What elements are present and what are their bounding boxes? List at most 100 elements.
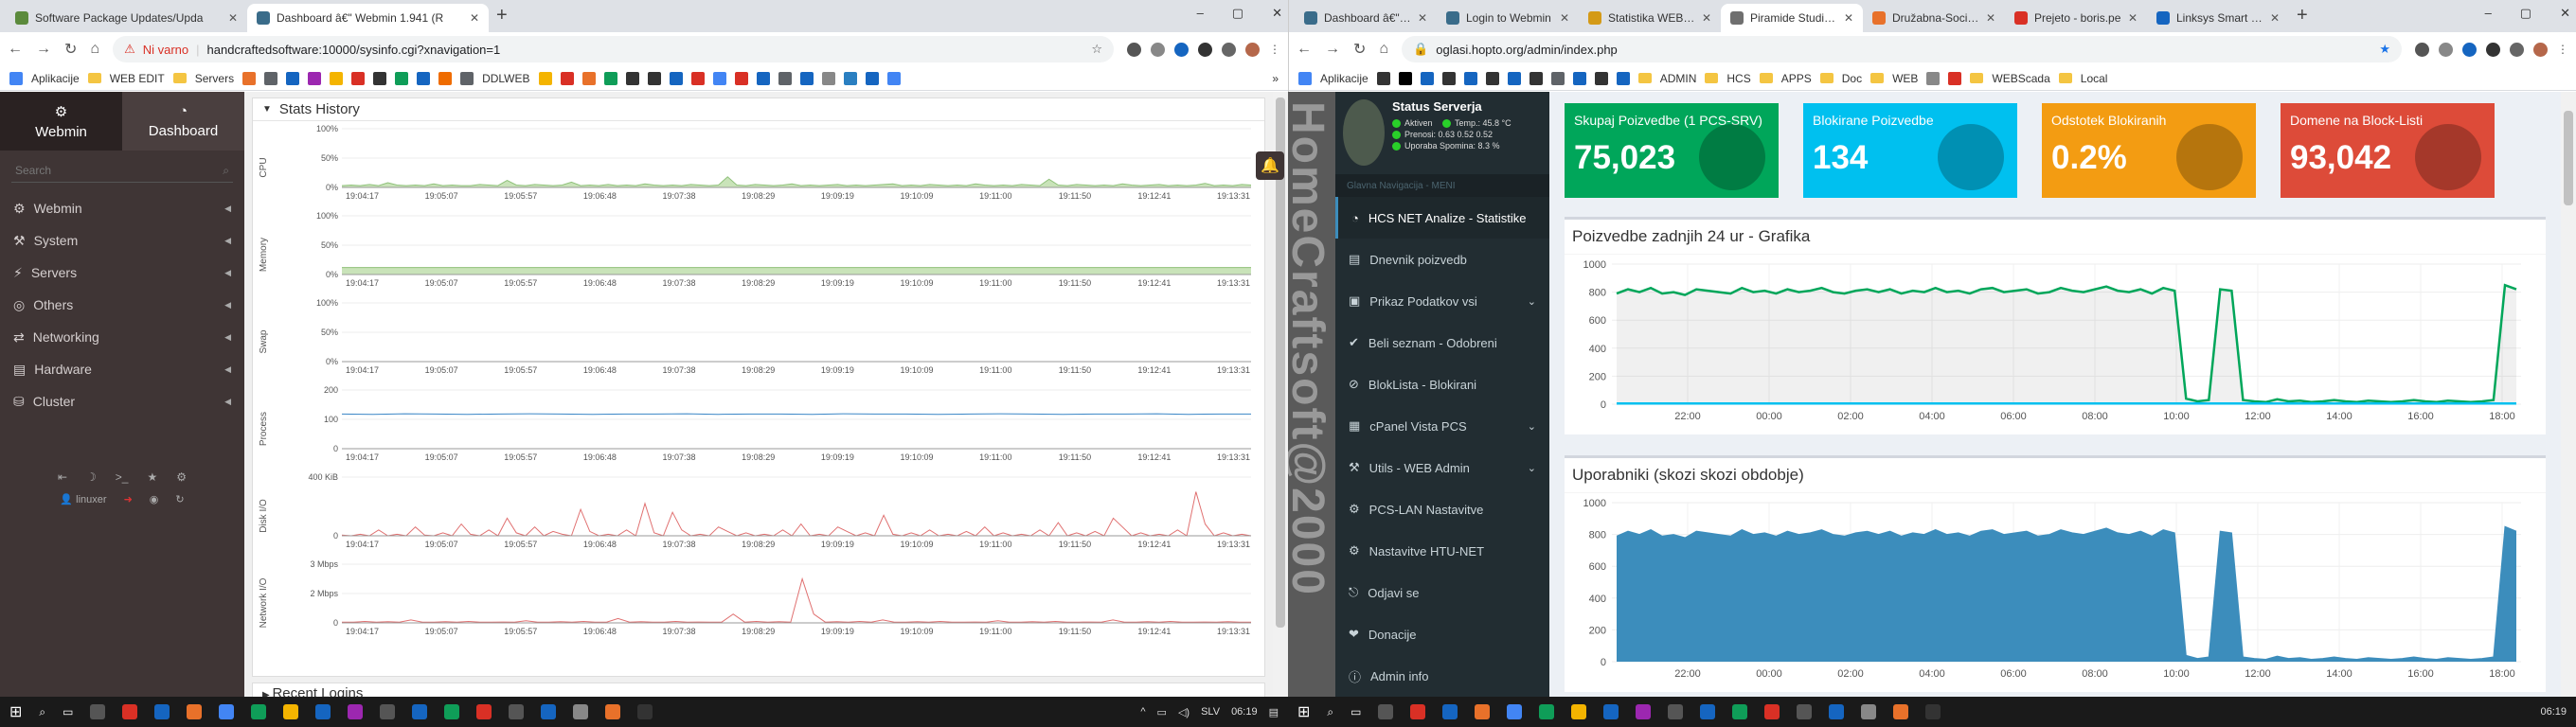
sidebar-item-webmin[interactable]: ⚙ Webmin ◀ (0, 192, 244, 224)
avatar[interactable] (2533, 42, 2548, 57)
bookmark-apps[interactable]: Aplikacije (1320, 72, 1368, 85)
menu-item-2[interactable]: ▣ Prikaz Podatkov vsi ⌄ (1335, 280, 1549, 322)
task-view-icon[interactable]: ▭ (1351, 705, 1361, 718)
bookmark-servers[interactable]: Servers (195, 72, 234, 85)
app-icon[interactable] (348, 704, 364, 719)
app-icon[interactable] (637, 704, 653, 719)
reload-icon[interactable]: ↻ (64, 40, 77, 59)
sidebar-item-networking[interactable]: ⇄ Networking ◀ (0, 321, 244, 353)
app-icon[interactable] (605, 704, 621, 719)
menu-item-4[interactable]: ⊘ BlokLista - Blokirani (1335, 364, 1549, 405)
url-field[interactable]: 🔒 oglasi.hopto.org/admin/index.php ★ (1402, 36, 2402, 62)
bookmark-icon[interactable] (242, 71, 257, 85)
app-icon[interactable] (1668, 704, 1684, 719)
bookmark-icon[interactable] (560, 71, 574, 85)
close-icon[interactable]: ✕ (2560, 6, 2570, 21)
bookmark-icon[interactable] (1948, 71, 1962, 85)
app-icon[interactable] (1925, 704, 1941, 719)
app-icon[interactable] (154, 704, 170, 719)
extension-icon[interactable] (1151, 42, 1165, 57)
bookmark-web[interactable]: WEB (1892, 72, 1918, 85)
folder-icon[interactable] (1571, 704, 1587, 719)
task-view-icon[interactable]: ▭ (63, 705, 73, 718)
bookmark-web-edit[interactable]: WEB EDIT (110, 72, 165, 85)
stat-box-1[interactable]: Blokirane Poizvedbe 134 (1803, 103, 2017, 198)
bookmark-icon[interactable] (756, 71, 770, 85)
tab-3[interactable]: Piramide Studio N ✕ (1721, 4, 1863, 32)
bookmark-icon[interactable] (1420, 71, 1434, 85)
bookmark-icon[interactable] (308, 71, 322, 85)
tab-6[interactable]: Linksys Smart Wi- ✕ (2147, 4, 2289, 32)
extension-icon[interactable] (2415, 42, 2429, 57)
tab-0[interactable]: Dashboard â€" We ✕ (1295, 4, 1437, 32)
user-name[interactable]: linuxer (76, 494, 106, 505)
search-icon[interactable]: ⌕ (1327, 705, 1333, 719)
tab-close-icon[interactable]: ✕ (470, 11, 479, 25)
tab-2[interactable]: Statistika WEB Ap ✕ (1579, 4, 1721, 32)
bookmark-icon[interactable] (264, 71, 278, 85)
bookmark-icon[interactable] (821, 71, 835, 85)
extension-icon[interactable] (2510, 42, 2524, 57)
extension-icon[interactable] (1198, 42, 1212, 57)
menu-item-11[interactable]: ⓘ Admin info (1335, 655, 1549, 697)
bookmark-icon[interactable] (1616, 71, 1630, 85)
menu-item-8[interactable]: ⚙ Nastavitve HTU-NET (1335, 530, 1549, 572)
new-tab-icon[interactable]: + (2289, 5, 2316, 32)
bookmark-icon[interactable] (351, 71, 366, 85)
moon-icon[interactable]: ☽ (86, 470, 97, 484)
menu-item-1[interactable]: ▤ Dnevnik poizvedb (1335, 239, 1549, 280)
bookmark-icon[interactable] (1507, 71, 1521, 85)
bookmark-icon[interactable] (778, 71, 792, 85)
bookmark-icon[interactable] (1485, 71, 1499, 85)
tab-4[interactable]: Družabna-Socialn ✕ (1863, 4, 2005, 32)
maximize-icon[interactable]: ▢ (1232, 6, 1243, 21)
extension-icon[interactable] (2439, 42, 2453, 57)
app-icon[interactable] (509, 704, 525, 719)
tab-close-icon[interactable]: ✕ (1418, 11, 1427, 25)
app-icon[interactable] (573, 704, 589, 719)
sidebar-item-hardware[interactable]: ▤ Hardware ◀ (0, 353, 244, 385)
bookmark-icon[interactable] (625, 71, 639, 85)
bookmark-icon[interactable] (1441, 71, 1456, 85)
bookmark-icon[interactable] (690, 71, 705, 85)
app-icon[interactable] (1893, 704, 1909, 719)
stat-box-2[interactable]: Odstotek Blokiranih 0.2% (2042, 103, 2256, 198)
app-icon[interactable] (90, 704, 106, 719)
tab-1[interactable]: Dashboard â€" Webmin 1.941 (R ✕ (247, 4, 489, 32)
tab-close-icon[interactable]: ✕ (2270, 11, 2280, 25)
stat-box-0[interactable]: Skupaj Poizvedbe (1 PCS-SRV) 75,023 (1565, 103, 1779, 198)
new-tab-icon[interactable]: + (489, 5, 515, 32)
menu-item-6[interactable]: ⚒ Utils - WEB Admin ⌄ (1335, 447, 1549, 488)
excel-icon[interactable] (1732, 704, 1748, 719)
minimize-icon[interactable]: – (2485, 6, 2492, 21)
app-icon[interactable] (1442, 704, 1458, 719)
bookmark-icon[interactable] (395, 71, 409, 85)
network-icon[interactable]: ▭ (1157, 706, 1167, 718)
scrollbar[interactable] (2561, 92, 2576, 697)
windows-start-icon[interactable]: ⊞ (9, 702, 22, 721)
bookmark-icon[interactable] (1376, 71, 1390, 85)
tab-close-icon[interactable]: ✕ (1560, 11, 1569, 25)
tab-close-icon[interactable]: ✕ (1986, 11, 1995, 25)
bookmark-doc[interactable]: Doc (1842, 72, 1862, 85)
dashboard-tab[interactable]: ◔ Dashboard (122, 92, 244, 151)
back-icon[interactable]: ← (8, 41, 23, 58)
app-icon[interactable] (315, 704, 331, 719)
more-bookmarks-icon[interactable]: » (1272, 72, 1279, 85)
tab-1[interactable]: Login to Webmin ✕ (1437, 4, 1579, 32)
sidebar-item-cluster[interactable]: ⛁ Cluster ◀ (0, 385, 244, 417)
chrome-icon[interactable] (219, 704, 235, 719)
menu-icon[interactable]: ⋮ (2557, 43, 2568, 56)
bookmark-hcs[interactable]: HCS (1726, 72, 1750, 85)
word-icon[interactable] (1700, 704, 1716, 719)
home-icon[interactable]: ⌂ (1379, 41, 1388, 58)
app-icon[interactable] (541, 704, 557, 719)
sidebar-item-system[interactable]: ⚒ System ◀ (0, 224, 244, 257)
app-icon[interactable] (476, 704, 492, 719)
bookmark-icon[interactable] (886, 71, 901, 85)
menu-item-5[interactable]: ▦ cPanel Vista PCS ⌄ (1335, 405, 1549, 447)
app-icon[interactable] (1475, 704, 1491, 719)
tab-close-icon[interactable]: ✕ (2128, 11, 2138, 25)
menu-item-7[interactable]: ⚙ PCS-LAN Nastavitve (1335, 488, 1549, 530)
bookmark-icon[interactable] (734, 71, 748, 85)
